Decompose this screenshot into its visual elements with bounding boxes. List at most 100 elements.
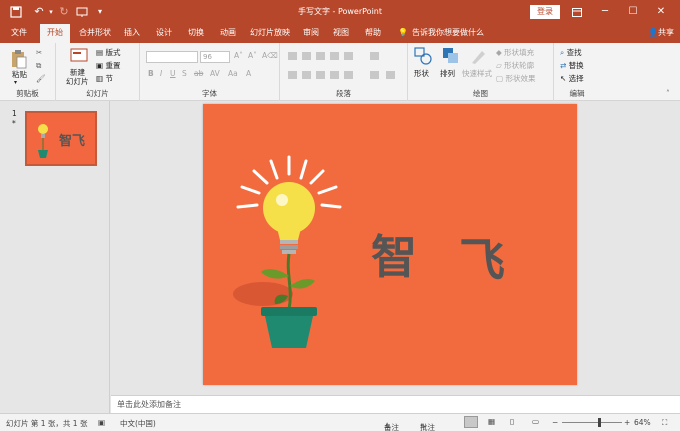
group-label-paragraph: 段落 xyxy=(336,89,351,98)
spellcheck-icon[interactable]: ▣ xyxy=(98,418,105,427)
section-label: 节 xyxy=(105,74,113,83)
minimize-icon[interactable]: ─ xyxy=(596,4,614,20)
shape-outline-button[interactable]: ▱ 形状轮廓 xyxy=(496,60,534,71)
shape-fill-button[interactable]: ◆ 形状填充 xyxy=(496,47,534,58)
zoom-in-icon[interactable]: + xyxy=(624,418,630,427)
tell-me-label: 告诉我你想要做什么 xyxy=(411,28,484,37)
smartart-icon[interactable] xyxy=(386,71,395,79)
select-icon: ↖ xyxy=(560,74,569,83)
tab-transitions[interactable]: 切换 xyxy=(184,24,208,43)
font-size-field[interactable]: 96 xyxy=(200,51,230,63)
group-label-drawing: 绘图 xyxy=(473,89,488,98)
slide-canvas[interactable]: 智 飞 xyxy=(203,104,577,385)
zoom-out-icon[interactable]: − xyxy=(552,418,558,427)
grow-font-icon[interactable]: A˄ xyxy=(234,51,243,60)
reading-view-icon[interactable]: ▯ xyxy=(510,417,514,426)
redo-icon[interactable]: ↻ xyxy=(56,4,72,20)
slide-title-char-2: 飞 xyxy=(459,233,505,287)
slideshow-view-icon[interactable]: ▭ xyxy=(532,417,539,426)
font-name-field[interactable] xyxy=(146,51,198,63)
share-button[interactable]: 👤共享 xyxy=(648,24,674,43)
tab-file[interactable]: 文件 xyxy=(6,24,32,43)
notes-pane[interactable]: 单击此处添加备注 xyxy=(111,395,680,413)
slideshow-start-icon[interactable] xyxy=(74,4,90,20)
tab-merge-shapes[interactable]: 合并形状 xyxy=(76,24,114,43)
shrink-font-icon[interactable]: A˅ xyxy=(248,51,257,60)
outline-icon: ▱ xyxy=(496,61,505,70)
find-label: 查找 xyxy=(566,48,582,57)
format-painter-icon[interactable]: 🖌 xyxy=(36,74,46,83)
tell-me-search[interactable]: 💡 告诉我你想要做什么 xyxy=(398,24,484,43)
share-label: 共享 xyxy=(658,28,674,37)
char-spacing-icon[interactable]: AV xyxy=(210,69,220,78)
group-label-slides: 幻灯片 xyxy=(86,89,109,98)
increase-indent-icon[interactable] xyxy=(330,52,339,60)
arrange-icon xyxy=(442,47,460,65)
fill-icon: ◆ xyxy=(496,48,505,57)
ribbon-display-options-icon[interactable] xyxy=(568,4,586,20)
save-icon[interactable] xyxy=(8,4,24,20)
text-direction-icon[interactable] xyxy=(370,52,379,60)
distribute-icon[interactable] xyxy=(344,71,353,79)
justify-icon[interactable] xyxy=(330,71,339,79)
align-right-icon[interactable] xyxy=(316,71,325,79)
bullets-icon[interactable] xyxy=(288,52,297,60)
new-slide-label-2[interactable]: 幻灯片 xyxy=(66,76,89,87)
tab-review[interactable]: 审阅 xyxy=(300,24,322,43)
align-center-icon[interactable] xyxy=(302,71,311,79)
find-button[interactable]: ⌕ 查找 xyxy=(560,47,582,58)
shape-fill-label: 形状填充 xyxy=(504,48,535,57)
zoom-slider[interactable] xyxy=(562,422,622,423)
maximize-icon[interactable]: ☐ xyxy=(624,4,642,20)
slide-sorter-icon[interactable]: ▦ xyxy=(488,417,495,426)
tab-help[interactable]: 帮助 xyxy=(362,24,384,43)
tab-insert[interactable]: 插入 xyxy=(120,24,144,43)
shape-effects-button[interactable]: ▢ 形状效果 xyxy=(496,73,535,84)
replace-button[interactable]: ⇄ 替换 xyxy=(560,60,584,71)
collapse-ribbon-icon[interactable]: ˄ xyxy=(666,89,670,98)
align-left-icon[interactable] xyxy=(288,71,297,79)
underline-icon[interactable]: U xyxy=(170,69,176,78)
italic-icon[interactable]: I xyxy=(160,69,162,78)
numbering-icon[interactable] xyxy=(302,52,311,60)
reset-button[interactable]: ▣ 重置 xyxy=(96,60,120,71)
lightbulb-icon: 💡 xyxy=(398,28,408,37)
tab-animations[interactable]: 动画 xyxy=(216,24,240,43)
font-color-icon[interactable]: A xyxy=(246,69,251,78)
copy-icon[interactable]: ⧉ xyxy=(36,61,41,71)
zoom-slider-thumb[interactable] xyxy=(598,418,601,427)
fit-to-window-icon[interactable]: ⛶ xyxy=(662,418,667,428)
slide-thumbnail-1[interactable]: 智飞 xyxy=(25,111,97,166)
strikethrough-icon[interactable]: ab xyxy=(194,69,203,78)
tab-view[interactable]: 视图 xyxy=(330,24,352,43)
layout-label: 版式 xyxy=(105,48,121,57)
tab-design[interactable]: 设计 xyxy=(152,24,176,43)
shapes-button[interactable]: 形状 xyxy=(414,68,429,79)
zoom-level[interactable]: 64% xyxy=(634,418,651,427)
login-button[interactable]: 登录 xyxy=(530,5,560,19)
bold-icon[interactable]: B xyxy=(148,69,154,78)
shadow-icon[interactable]: S xyxy=(182,69,187,78)
normal-view-icon[interactable] xyxy=(464,416,478,428)
person-icon: 👤 xyxy=(648,28,658,37)
tab-home[interactable]: 开始 xyxy=(40,24,70,43)
tab-slideshow[interactable]: 幻灯片放映 xyxy=(248,24,292,43)
close-icon[interactable]: ✕ xyxy=(652,4,670,20)
paste-dropdown-icon[interactable]: ▾ xyxy=(14,79,17,86)
replace-label: 替换 xyxy=(568,61,584,70)
customize-qat-icon[interactable]: ▾ xyxy=(92,4,108,20)
arrange-button[interactable]: 排列 xyxy=(440,68,455,79)
layout-button[interactable]: ▤ 版式 xyxy=(96,47,120,58)
cut-icon[interactable]: ✂ xyxy=(36,48,42,57)
align-text-icon[interactable] xyxy=(370,71,379,79)
quick-styles-button[interactable]: 快速样式 xyxy=(462,68,492,79)
clear-format-icon[interactable]: A⌫ xyxy=(262,51,278,60)
comments-label: 批注 xyxy=(420,423,435,431)
thumbnail-number: 1 xyxy=(12,109,17,118)
section-button[interactable]: ▥ 节 xyxy=(96,73,113,84)
change-case-icon[interactable]: Aa xyxy=(228,69,238,78)
language-status[interactable]: 中文(中国) xyxy=(120,418,156,429)
select-button[interactable]: ↖ 选择 xyxy=(560,73,584,84)
decrease-indent-icon[interactable] xyxy=(316,52,325,60)
line-spacing-icon[interactable] xyxy=(344,52,353,60)
